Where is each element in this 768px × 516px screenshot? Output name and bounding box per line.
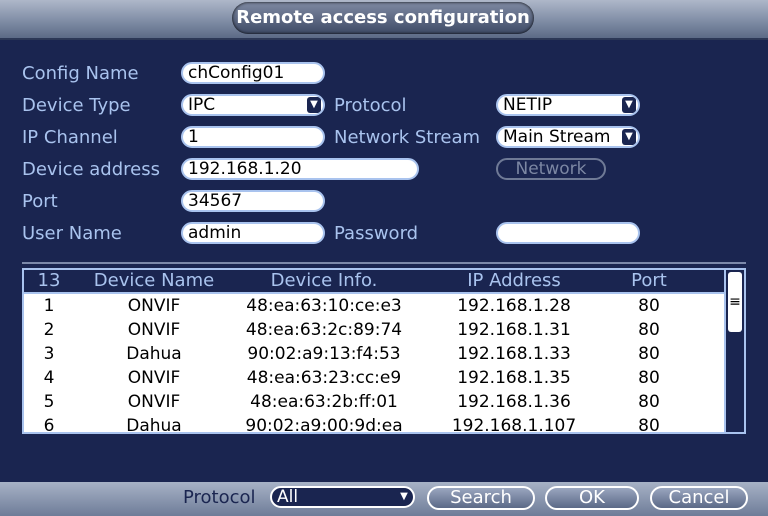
window-title: Remote access configuration [236,7,530,28]
row-ip-address: 192.168.1.107 [451,416,577,434]
chevron-down-icon: ▼ [622,129,636,145]
row-device-name: ONVIF [127,392,181,412]
config-name-input[interactable]: chConfig01 [181,62,325,84]
row-index: 5 [43,392,55,412]
table-row[interactable]: 5 ONVIF 48:ea:63:2b:ff:01 192.168.1.36 8… [24,390,724,414]
header-ip-address[interactable]: IP Address [424,270,604,292]
header-port[interactable]: Port [614,270,684,292]
row-ip-address: 192.168.1.36 [457,392,571,412]
row-index: 3 [43,344,55,364]
row-device-info: 48:ea:63:10:ce:e3 [246,296,402,316]
row-ip-address: 192.168.1.28 [457,296,571,316]
header-device-info[interactable]: Device Info. [234,270,414,292]
list-header: 13 Device Name Device Info. IP Address P… [24,270,724,294]
device-address-label: Device address [22,159,160,180]
row-device-info: 90:02:a9:13:f4:53 [247,344,401,364]
network-button[interactable]: Network [496,158,606,180]
row-device-name: ONVIF [127,296,181,316]
row-index: 2 [43,320,55,340]
bottom-protocol-select[interactable]: All ▼ [270,486,415,508]
password-label: Password [334,223,419,244]
table-row[interactable]: 4 ONVIF 48:ea:63:23:cc:e9 192.168.1.35 8… [24,366,724,390]
device-list: 13 Device Name Device Info. IP Address P… [22,268,746,434]
cancel-button[interactable]: Cancel [650,486,748,510]
protocol-select[interactable]: NETIP ▼ [496,94,640,116]
row-device-name: Dahua [126,416,182,434]
port-label: Port [22,191,58,212]
scroll-grip-icon[interactable]: ≡ [728,272,742,332]
chevron-down-icon: ▼ [622,97,636,113]
row-device-name: ONVIF [127,368,181,388]
header-device-name[interactable]: Device Name [79,270,229,292]
chevron-down-icon: ▼ [307,97,321,113]
bottom-protocol-label: Protocol [183,487,256,508]
row-index: 4 [43,368,55,388]
row-port: 80 [638,296,660,316]
row-ip-address: 192.168.1.31 [457,320,571,340]
chevron-down-icon: ▼ [397,489,411,505]
row-device-info: 48:ea:63:2c:89:74 [245,320,403,340]
table-row[interactable]: 1 ONVIF 48:ea:63:10:ce:e3 192.168.1.28 8… [24,294,724,318]
row-device-info: 48:ea:63:23:cc:e9 [246,368,402,388]
row-ip-address: 192.168.1.33 [457,344,571,364]
ip-channel-input[interactable]: 1 [181,126,325,148]
search-button[interactable]: Search [427,486,535,510]
device-count: 13 [37,270,61,291]
table-row[interactable]: 2 ONVIF 48:ea:63:2c:89:74 192.168.1.31 8… [24,318,724,342]
row-device-info: 48:ea:63:2b:ff:01 [250,392,398,412]
network-stream-label: Network Stream [334,127,481,148]
user-name-input[interactable]: admin [181,222,325,244]
device-type-select[interactable]: IPC ▼ [181,94,325,116]
ok-button[interactable]: OK [545,486,639,510]
ip-channel-label: IP Channel [22,127,118,148]
row-port: 80 [638,368,660,388]
network-stream-select[interactable]: Main Stream ▼ [496,126,640,148]
table-row[interactable]: 6 Dahua 90:02:a9:00:9d:ea 192.168.1.107 … [24,414,724,434]
user-name-label: User Name [22,223,122,244]
row-ip-address: 192.168.1.35 [457,368,571,388]
row-device-info: 90:02:a9:00:9d:ea [245,416,403,434]
row-port: 80 [638,344,660,364]
device-address-input[interactable]: 192.168.1.20 [181,158,419,180]
divider [22,262,746,264]
password-input[interactable] [496,222,640,244]
list-scrollbar[interactable]: ≡ [724,270,744,432]
device-type-label: Device Type [22,95,131,116]
row-port: 80 [638,320,660,340]
port-input[interactable]: 34567 [181,190,325,212]
row-device-name: ONVIF [127,320,181,340]
protocol-label: Protocol [334,95,407,116]
config-name-label: Config Name [22,63,139,84]
row-device-name: Dahua [126,344,182,364]
row-port: 80 [638,416,660,434]
row-port: 80 [638,392,660,412]
row-index: 6 [43,416,55,434]
row-index: 1 [43,296,55,316]
table-row[interactable]: 3 Dahua 90:02:a9:13:f4:53 192.168.1.33 8… [24,342,724,366]
